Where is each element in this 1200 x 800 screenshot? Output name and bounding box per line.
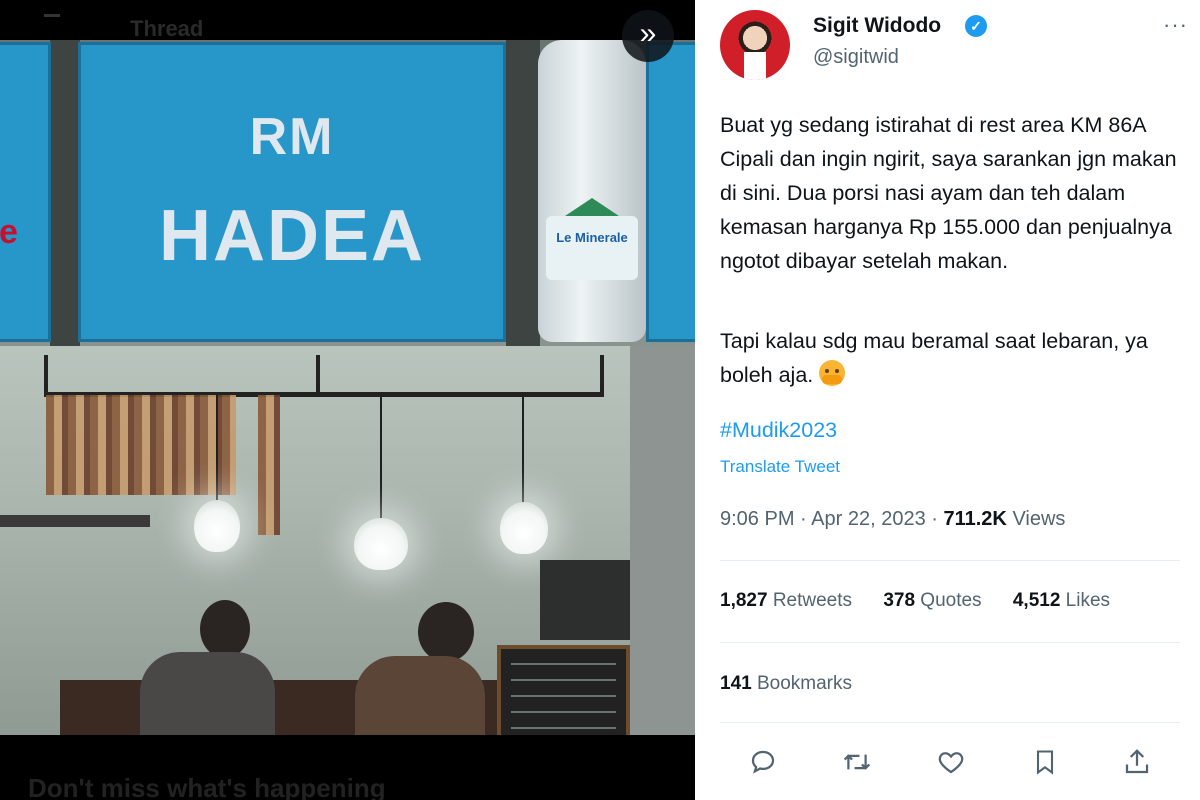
menu-blackboard xyxy=(497,645,630,735)
lamp-cord xyxy=(216,395,218,505)
media-viewer: Thread e RM HADEA Le Minerale » Don't mi… xyxy=(0,0,695,800)
back-arrow-icon[interactable] xyxy=(44,14,60,17)
banner-text: Don't miss what's happening xyxy=(28,773,386,800)
bookmark-icon xyxy=(1036,750,1054,775)
tweet-actions xyxy=(695,740,1200,788)
rail-post xyxy=(44,355,48,395)
restaurant-sign: RM HADEA xyxy=(78,42,506,342)
login-banner: Don't miss what's happening xyxy=(0,735,695,800)
viewer-title: Thread xyxy=(130,16,204,41)
pillar xyxy=(50,40,80,346)
bookmarks-count: 141 xyxy=(720,673,752,694)
divider xyxy=(720,722,1180,723)
bottle-label: Le Minerale xyxy=(546,216,638,280)
person xyxy=(140,652,275,735)
rail-post xyxy=(600,355,604,395)
tweet-text-paragraph-2: Tapi kalau sdg mau beramal saat lebaran,… xyxy=(720,324,1190,392)
sign-line-1: RM xyxy=(249,108,335,166)
divider xyxy=(720,642,1180,643)
author-handle[interactable]: @sigitwid xyxy=(813,46,899,69)
bookmark-button[interactable] xyxy=(1023,740,1067,784)
water-bottle-ad: Le Minerale xyxy=(538,40,646,342)
person-head xyxy=(200,600,250,658)
quotes-count: 378 xyxy=(883,590,916,611)
views-label: Views xyxy=(1012,508,1066,530)
viewer-topbar: Thread xyxy=(0,0,695,41)
pendant-lamp xyxy=(500,502,548,554)
views-count: 711.2K xyxy=(943,508,1007,530)
avatar[interactable] xyxy=(720,10,790,80)
like-button[interactable] xyxy=(929,740,973,784)
wall-shelf xyxy=(0,515,150,527)
pendant-lamp xyxy=(194,500,240,552)
tweet-meta: 9:06 PM · Apr 22, 2023 · 711.2K Views xyxy=(720,508,1066,530)
tweet-panel: Sigit Widodo ✓ @sigitwid ··· Buat yg sed… xyxy=(695,0,1200,800)
tweet-photo[interactable]: e RM HADEA Le Minerale xyxy=(0,40,695,735)
tweet-date[interactable]: Apr 22, 2023 xyxy=(811,508,926,530)
hugging-face-emoji-icon xyxy=(819,360,846,386)
side-sign xyxy=(646,42,695,342)
rail-post xyxy=(316,355,320,395)
quotes-stat[interactable]: 378 Quotes xyxy=(883,590,987,611)
screen: Thread e RM HADEA Le Minerale » Don't mi… xyxy=(0,0,1200,800)
person-head xyxy=(418,602,474,662)
verified-badge-icon: ✓ xyxy=(965,15,987,37)
double-chevron-right-icon: » xyxy=(639,17,657,50)
retweets-label: Retweets xyxy=(772,590,853,611)
side-sign-text: e xyxy=(0,213,18,251)
likes-stat[interactable]: 4,512 Likes xyxy=(1013,590,1110,611)
lamp-cord xyxy=(522,395,524,505)
divider xyxy=(720,560,1180,561)
sign-line-2: HADEA xyxy=(158,196,425,276)
engagement-stats: 1,827 Retweets 378 Quotes 4,512 Likes xyxy=(720,590,1136,612)
lamp-cord xyxy=(380,395,382,525)
more-dots-icon[interactable]: ··· xyxy=(1163,12,1188,38)
pillar xyxy=(506,40,540,346)
share-button[interactable] xyxy=(1115,740,1159,784)
pendant-lamp xyxy=(354,518,408,570)
hashtag-link[interactable]: #Mudik2023 xyxy=(720,418,837,443)
expand-thread-button[interactable]: » xyxy=(622,10,674,62)
retweet-icon xyxy=(843,754,871,770)
reply-icon xyxy=(751,750,775,774)
person xyxy=(355,656,485,735)
likes-label: Likes xyxy=(1065,590,1111,611)
bookmarks-label: Bookmarks xyxy=(756,673,853,694)
appliance xyxy=(540,560,630,640)
author-name[interactable]: Sigit Widodo xyxy=(813,14,941,38)
retweet-button[interactable] xyxy=(835,740,879,784)
share-icon xyxy=(1125,749,1149,774)
quotes-label: Quotes xyxy=(920,590,982,611)
wall xyxy=(630,346,695,735)
hanging-snacks xyxy=(46,395,236,495)
tweet-time[interactable]: 9:06 PM xyxy=(720,508,794,530)
side-sign: e xyxy=(0,42,51,342)
likes-count: 4,512 xyxy=(1012,590,1061,611)
tweet-text: Tapi kalau sdg mau beramal saat lebaran,… xyxy=(720,329,1148,387)
tweet-text-paragraph-1: Buat yg sedang istirahat di rest area KM… xyxy=(720,113,1177,273)
retweets-count: 1,827 xyxy=(720,590,768,611)
heart-icon xyxy=(938,752,964,774)
translate-tweet-link[interactable]: Translate Tweet xyxy=(720,457,840,477)
reply-button[interactable] xyxy=(741,740,785,784)
retweets-stat[interactable]: 1,827 Retweets xyxy=(720,590,857,611)
hanging-snacks xyxy=(258,395,280,535)
bookmarks-stat[interactable]: 141 Bookmarks xyxy=(720,673,852,695)
